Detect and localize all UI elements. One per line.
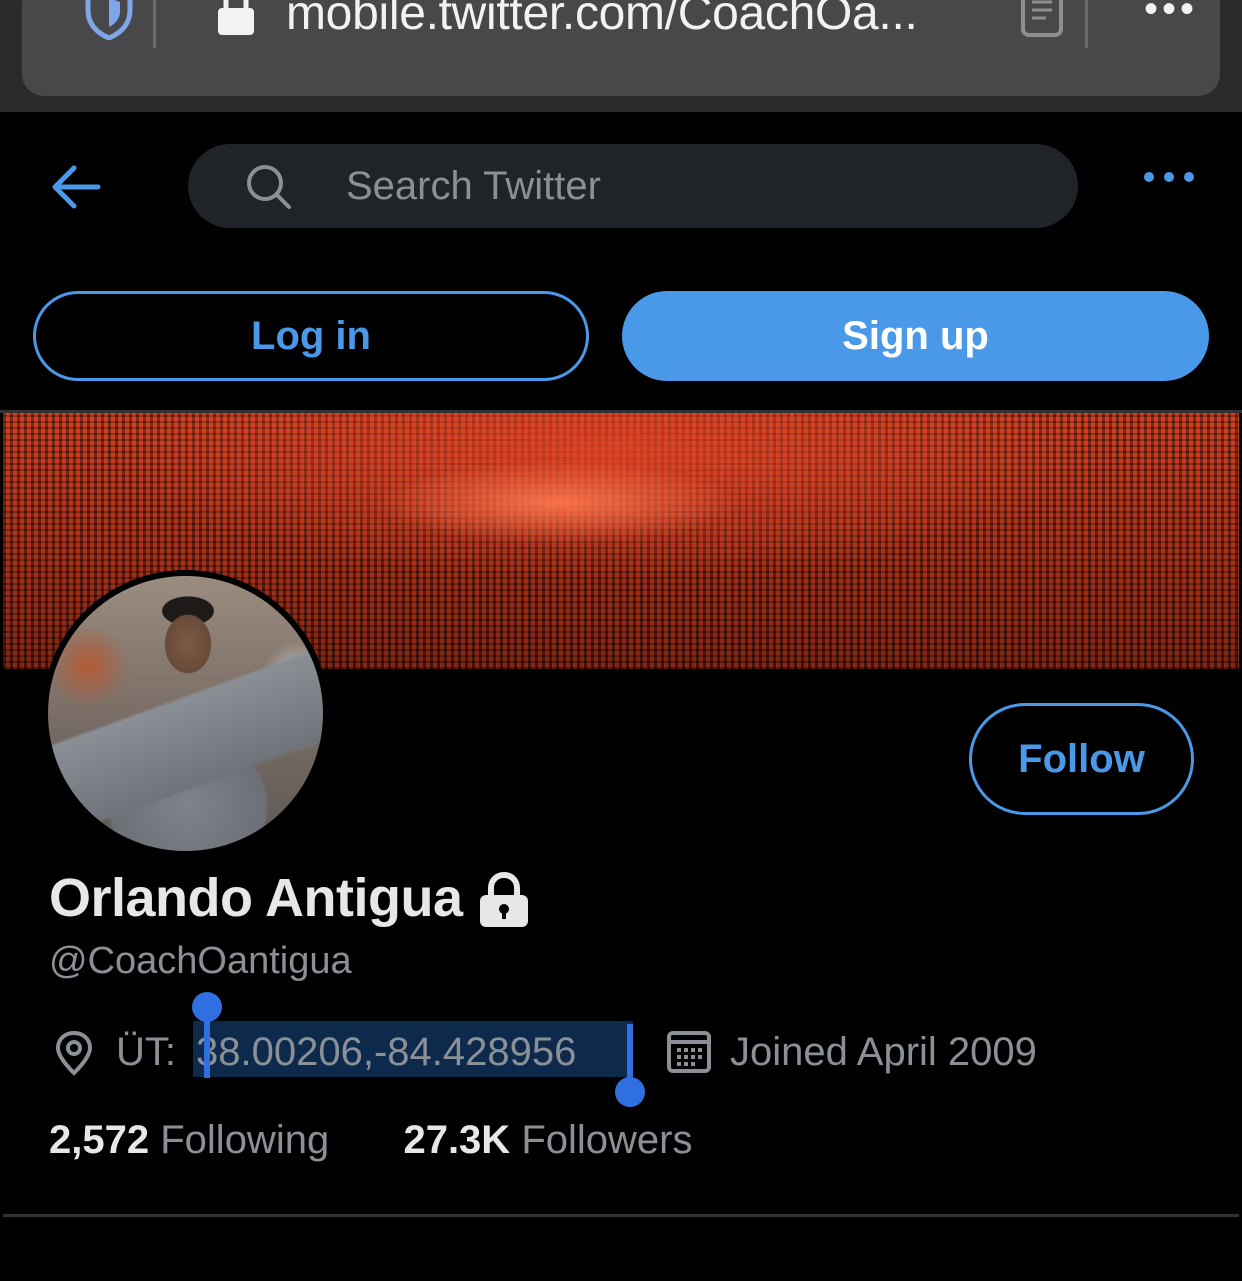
login-button[interactable]: Log in: [33, 291, 589, 381]
display-name: Orlando Antigua: [49, 868, 463, 928]
toolbar-separator: [1085, 0, 1088, 48]
search-placeholder: Search Twitter: [346, 164, 601, 208]
url-text[interactable]: mobile.twitter.com/CoachOa...: [286, 0, 918, 41]
following-label: Following: [160, 1118, 330, 1162]
selection-end-handle[interactable]: [612, 1024, 648, 1110]
followers-label: Followers: [521, 1118, 693, 1162]
divider: [3, 1214, 1239, 1217]
following-link[interactable]: 2,572 Following: [49, 1118, 329, 1162]
followers-count: 27.3K: [403, 1118, 511, 1162]
location-coordinates[interactable]: 38.00206,-84.428956: [196, 1030, 576, 1075]
shield-icon[interactable]: [84, 0, 134, 40]
address-bar[interactable]: mobile.twitter.com/CoachOa... •••: [22, 0, 1220, 96]
profile-meta: ÜT: 38.00206,-84.428956 Joined April 200…: [52, 992, 1202, 1107]
browser-toolbar: mobile.twitter.com/CoachOa... •••: [0, 0, 1242, 112]
reader-mode-icon[interactable]: [1020, 0, 1064, 38]
lock-icon: [218, 0, 254, 35]
location-prefix: ÜT:: [116, 1030, 176, 1074]
toolbar-separator: [153, 0, 156, 48]
location-pin-icon: [55, 1030, 93, 1076]
avatar-image: [48, 576, 323, 851]
avatar[interactable]: [42, 570, 329, 857]
profile-name-row: Orlando Antigua: [49, 866, 534, 930]
calendar-icon: [667, 1031, 711, 1073]
follow-button[interactable]: Follow: [969, 703, 1194, 815]
selection-start-handle[interactable]: [190, 992, 224, 1078]
search-icon: [247, 165, 291, 209]
followers-link[interactable]: 27.3K Followers: [403, 1118, 692, 1162]
more-options-icon[interactable]: [1140, 166, 1198, 188]
signup-button[interactable]: Sign up: [622, 291, 1209, 381]
search-input[interactable]: Search Twitter: [188, 144, 1078, 228]
profile-handle: @CoachOantigua: [49, 940, 352, 982]
browser-more-button[interactable]: •••: [1144, 0, 1198, 29]
protected-lock-icon: [480, 871, 529, 927]
following-count: 2,572: [49, 1118, 150, 1162]
profile-stats: 2,572 Following 27.3K Followers: [49, 1118, 692, 1163]
back-arrow-icon[interactable]: [50, 164, 102, 210]
joined-date: Joined April 2009: [730, 1030, 1037, 1074]
